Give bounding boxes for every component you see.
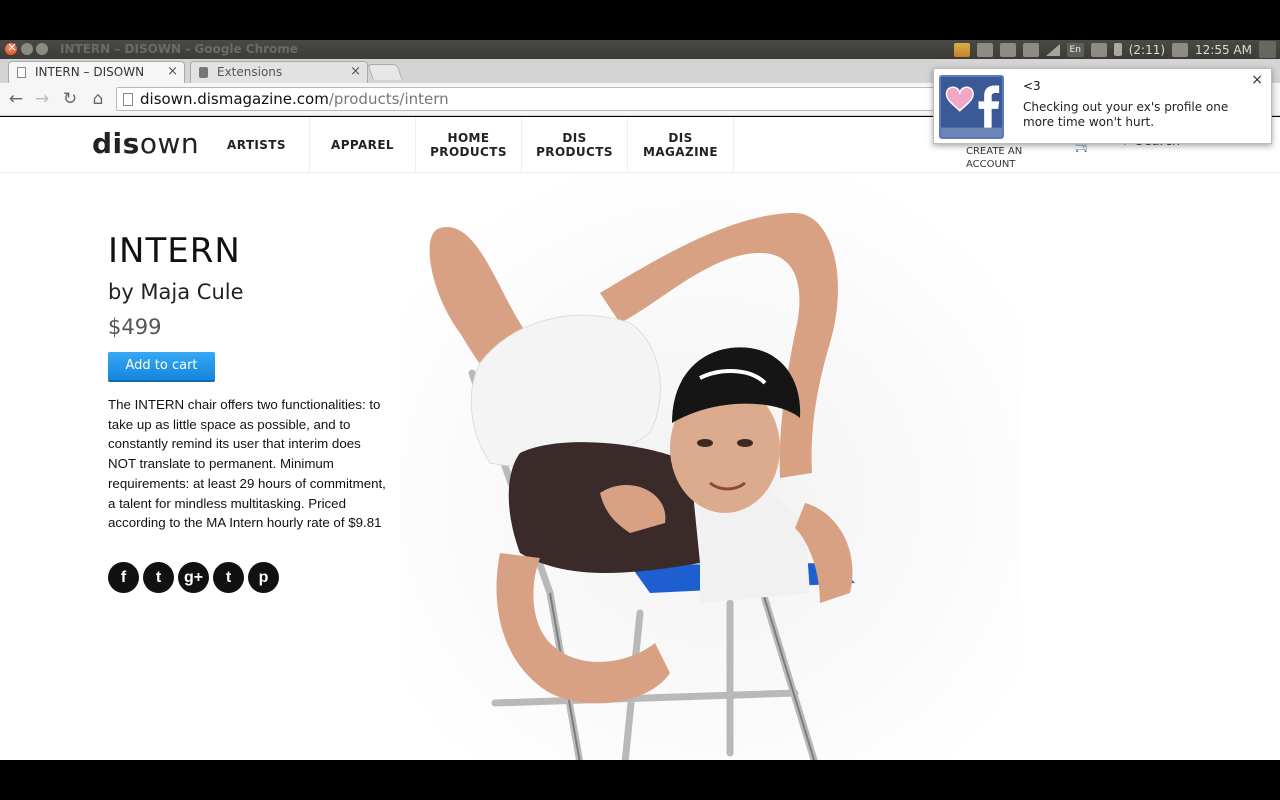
system-indicators: En (2:11) 12:55 AM: [953, 40, 1280, 59]
logo-bold: dis: [92, 127, 140, 160]
puzzle-icon: [199, 67, 208, 78]
tab-extensions[interactable]: Extensions ×: [190, 61, 368, 83]
network-signal-icon[interactable]: [1045, 43, 1060, 56]
product-description: The INTERN chair offers two functionalit…: [108, 397, 386, 531]
nav-label-line1: DIS: [562, 131, 587, 145]
window-maximize-button[interactable]: [36, 43, 48, 55]
nav-home-products[interactable]: HOME PRODUCTS: [416, 117, 522, 173]
battery-icon[interactable]: [1113, 43, 1122, 56]
new-tab-button[interactable]: [367, 64, 403, 80]
product-title: INTERN: [108, 231, 241, 271]
battery-time[interactable]: (2:11): [1129, 43, 1165, 57]
weather-icon[interactable]: [953, 42, 970, 57]
nav-label-line1: DIS: [668, 131, 693, 145]
url-path: /products/intern: [328, 90, 449, 108]
nav-label: HOME PRODUCTS: [430, 131, 507, 159]
create-account-link[interactable]: CREATE AN ACCOUNT: [966, 145, 1036, 171]
clock[interactable]: 12:55 AM: [1195, 43, 1252, 57]
product-price: $499: [108, 315, 162, 339]
home-button[interactable]: ⌂: [88, 89, 108, 109]
pinterest-icon[interactable]: p: [248, 562, 279, 593]
nav-dis-magazine[interactable]: DIS MAGAZINE: [628, 117, 734, 173]
url-host: disown.dismagazine.com: [140, 90, 329, 108]
logo-light: own: [139, 127, 200, 160]
letterbox-bottom: [0, 760, 1280, 800]
reload-button[interactable]: ↻: [60, 89, 80, 109]
close-icon[interactable]: ×: [167, 62, 178, 82]
nav-label: DIS PRODUCTS: [536, 131, 613, 159]
window-title: INTERN – DISOWN - Google Chrome: [60, 42, 298, 56]
window-minimize-button[interactable]: [21, 43, 33, 55]
twitter-icon[interactable]: t: [143, 562, 174, 593]
tab-intern[interactable]: INTERN – DISOWN ×: [8, 61, 185, 83]
power-icon[interactable]: [1259, 41, 1276, 58]
facebook-notification[interactable]: <3 Checking out your ex's profile one mo…: [933, 68, 1272, 144]
create-account-line1: CREATE AN: [966, 146, 1023, 157]
site-logo[interactable]: disown: [92, 127, 199, 160]
nav-artists[interactable]: ARTISTS: [204, 117, 310, 173]
nav-label-line2: PRODUCTS: [430, 145, 507, 159]
display-icon[interactable]: [1172, 42, 1189, 57]
facebook-heart-icon: [939, 75, 1004, 139]
notification-bell-icon[interactable]: [1022, 42, 1039, 57]
mail-icon[interactable]: [1090, 42, 1107, 57]
forward-button[interactable]: →: [32, 89, 52, 109]
notification-body: Checking out your ex's profile one more …: [1023, 100, 1229, 129]
product-photo: [400, 173, 1020, 760]
nav-apparel[interactable]: APPAREL: [310, 117, 416, 173]
nav-label: APPAREL: [331, 138, 394, 152]
nav-label: ARTISTS: [227, 138, 286, 152]
nav-label-line2: PRODUCTS: [536, 145, 613, 159]
tumblr-icon[interactable]: t: [213, 562, 244, 593]
close-icon[interactable]: ×: [1251, 72, 1263, 88]
page-icon: [123, 93, 133, 106]
window-titlebar: INTERN – DISOWN - Google Chrome En (2:11…: [0, 40, 1280, 59]
nav-label-line1: HOME: [447, 131, 490, 145]
nav-dis-products[interactable]: DIS PRODUCTS: [522, 117, 628, 173]
back-button[interactable]: ←: [6, 89, 26, 109]
notification-title: <3: [1023, 79, 1041, 93]
add-to-cart-button[interactable]: Add to cart: [108, 352, 215, 380]
page-icon: [17, 67, 26, 78]
tab-label: INTERN – DISOWN: [35, 65, 145, 79]
tab-label: Extensions: [217, 65, 283, 79]
social-share-buttons: f t g+ t p: [108, 562, 279, 593]
close-icon[interactable]: ×: [350, 62, 361, 82]
google-plus-icon[interactable]: g+: [178, 562, 209, 593]
screen: INTERN – DISOWN - Google Chrome En (2:11…: [0, 0, 1280, 800]
messaging-icon[interactable]: [999, 42, 1016, 57]
window-close-button[interactable]: [5, 40, 17, 55]
nav-label-line2: MAGAZINE: [643, 145, 718, 159]
nav-label: DIS MAGAZINE: [643, 131, 718, 159]
keyboard-language-indicator[interactable]: En: [1066, 42, 1084, 57]
dropbox-icon[interactable]: [976, 42, 993, 57]
web-page: disown ARTISTS APPAREL HOME PRODUCTS DIS P…: [0, 117, 1280, 760]
url-text[interactable]: disown.dismagazine.com/products/intern: [140, 90, 449, 108]
create-account-line2: ACCOUNT: [966, 159, 1016, 170]
product-artist[interactable]: by Maja Cule: [108, 280, 244, 304]
facebook-icon[interactable]: f: [108, 562, 139, 593]
